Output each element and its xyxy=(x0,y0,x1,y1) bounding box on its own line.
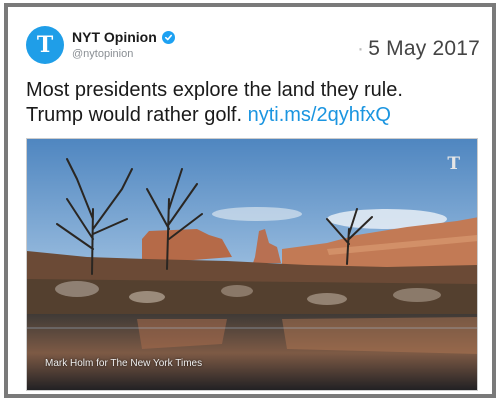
tweet-text-line-2-prefix: Trump would rather golf. xyxy=(26,104,243,126)
author-handle[interactable]: @nytopinion xyxy=(72,48,133,60)
nyt-watermark-icon: T xyxy=(447,154,460,174)
tweet-header: T NYT Opinion @nytopinion · 5 May 2017 xyxy=(26,21,486,71)
author-name[interactable]: NYT Opinion xyxy=(72,29,157,45)
verified-badge-icon xyxy=(161,30,175,44)
author-name-row: NYT Opinion xyxy=(72,29,175,45)
tweet-text-line-2: Trump would rather golf. nyti.ms/2qyhfxQ xyxy=(26,103,486,128)
tweet-link[interactable]: nyti.ms/2qyhfxQ xyxy=(248,104,391,126)
tweet-date-text: 5 May 2017 xyxy=(368,37,480,60)
avatar[interactable]: T xyxy=(26,26,64,64)
tweet-card: T NYT Opinion @nytopinion · 5 May 2017 Mo… xyxy=(4,3,496,398)
tweet-text-line-1: Most presidents explore the land they ru… xyxy=(26,79,403,101)
tweet-text: Most presidents explore the land they ru… xyxy=(26,78,486,128)
tweet-photo[interactable]: T Mark Holm for The New York Times xyxy=(26,138,478,391)
photo-credit: Mark Holm for The New York Times xyxy=(45,358,203,369)
landscape-photo xyxy=(27,139,477,390)
tweet-date: · 5 May 2017 xyxy=(357,37,480,60)
nyt-logo-icon: T xyxy=(36,32,54,58)
